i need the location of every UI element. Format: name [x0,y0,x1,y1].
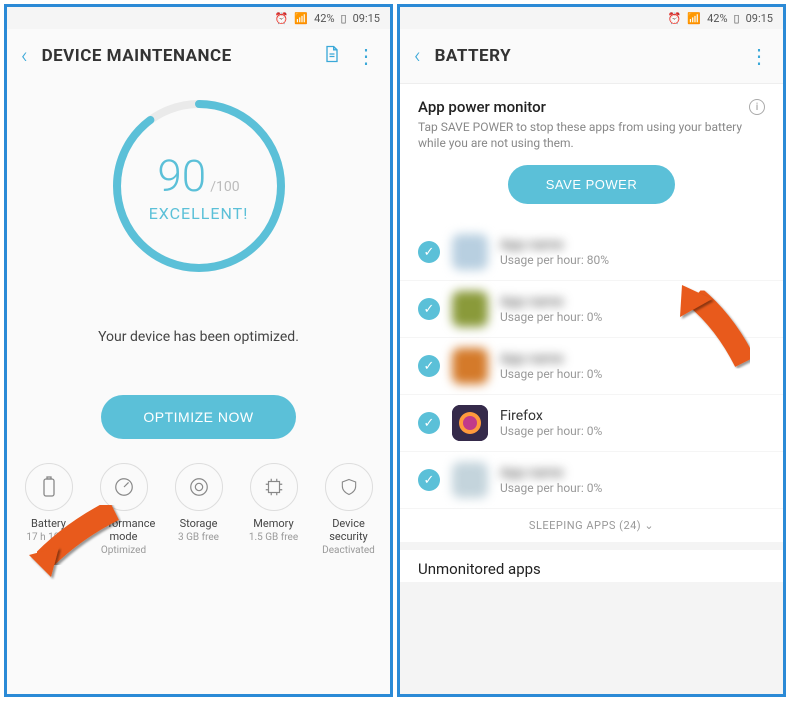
shield-icon [325,463,373,511]
right-phone: ⏰ 📶 42% ▯ 09:15 ‹ BATTERY ⋮ App power mo… [397,4,786,697]
optimized-message: Your device has been optimized. [7,329,390,345]
battery-icon: ▯ [734,12,740,25]
app-icon [452,462,488,498]
app-icon [452,405,488,441]
section-title: App power monitor [418,98,546,116]
app-name: App name [500,294,765,310]
clock: 09:15 [353,12,380,25]
app-usage: Usage per hour: 0% [500,424,765,438]
back-icon[interactable]: ‹ [21,44,28,69]
score-ring: 90 /100 EXCELLENT! [104,91,294,281]
app-row[interactable]: ✓ App nameUsage per hour: 0% [400,452,783,509]
check-icon[interactable]: ✓ [418,412,440,434]
app-row[interactable]: ✓ FirefoxUsage per hour: 0% [400,395,783,452]
tile-sub: 1.5 GB free [249,532,298,543]
tile-label: Performance mode [89,517,159,543]
gauge-icon [100,463,148,511]
section-desc: Tap SAVE POWER to stop these apps from u… [418,120,765,151]
signal-icon: 📶 [687,12,701,25]
status-bar: ⏰ 📶 42% ▯ 09:15 [7,7,390,29]
app-name: App name [500,237,765,253]
app-list: ✓App nameUsage per hour: 80%✓App nameUsa… [400,224,783,509]
save-power-button[interactable]: SAVE POWER [508,165,675,204]
signal-icon: 📶 [294,12,308,25]
clock: 09:15 [746,12,773,25]
chevron-down-icon: ⌄ [644,519,654,532]
app-usage: Usage per hour: 80% [500,253,765,267]
optimize-now-button[interactable]: OPTIMIZE NOW [101,395,295,439]
more-icon[interactable]: ⋮ [749,44,769,68]
app-name: Firefox [500,408,765,424]
storage-icon [175,463,223,511]
tile-sub: Deactivated [322,545,375,556]
tile-label: Device security [314,517,384,543]
tile-label: Memory [253,517,293,530]
battery-icon: ▯ [341,12,347,25]
tile-battery[interactable]: Battery 17 h 10 m [14,463,84,556]
tile-memory[interactable]: Memory 1.5 GB free [239,463,309,556]
app-usage: Usage per hour: 0% [500,310,765,324]
check-icon[interactable]: ✓ [418,355,440,377]
info-icon[interactable]: i [749,99,765,115]
battery-icon [25,463,73,511]
battery-percent: 42% [314,12,334,25]
tile-sub: Optimized [101,545,146,556]
battery-percent: 42% [707,12,727,25]
tile-sub: 3 GB free [178,532,219,543]
tile-sub: 17 h 10 m [26,532,70,543]
tile-performance[interactable]: Performance mode Optimized [89,463,159,556]
check-icon[interactable]: ✓ [418,298,440,320]
title-bar: ‹ BATTERY ⋮ [400,29,783,83]
check-icon[interactable]: ✓ [418,469,440,491]
app-icon [452,234,488,270]
app-icon [452,348,488,384]
battery-content: App power monitor i Tap SAVE POWER to st… [400,83,783,694]
memory-icon [250,463,298,511]
status-bar: ⏰ 📶 42% ▯ 09:15 [400,7,783,29]
app-icon [452,291,488,327]
app-row[interactable]: ✓ App nameUsage per hour: 0% [400,338,783,395]
app-row[interactable]: ✓ App nameUsage per hour: 80% [400,224,783,281]
more-icon[interactable]: ⋮ [356,44,376,68]
sleeping-apps-row[interactable]: SLEEPING APPS (24) ⌄ [400,509,783,542]
tiles-row: Battery 17 h 10 m Performance mode Optim… [7,457,390,568]
left-phone: ⏰ 📶 42% ▯ 09:15 ‹ DEVICE MAINTENANCE ⋮ 9… [4,4,393,697]
tile-label: Storage [180,517,218,530]
alarm-icon: ⏰ [275,12,289,25]
app-power-monitor-section: App power monitor i Tap SAVE POWER to st… [400,83,783,224]
title-bar: ‹ DEVICE MAINTENANCE ⋮ [7,29,390,83]
app-usage: Usage per hour: 0% [500,481,765,495]
app-row[interactable]: ✓ App nameUsage per hour: 0% [400,281,783,338]
maintenance-content: 90 /100 EXCELLENT! Your device has been … [7,83,390,694]
page-title: DEVICE MAINTENANCE [42,46,308,66]
tile-label: Battery [31,517,66,530]
app-usage: Usage per hour: 0% [500,367,765,381]
check-icon[interactable]: ✓ [418,241,440,263]
document-icon[interactable] [322,44,342,68]
page-title: BATTERY [435,46,735,66]
tile-storage[interactable]: Storage 3 GB free [164,463,234,556]
unmonitored-apps-title: Unmonitored apps [400,542,783,582]
tile-security[interactable]: Device security Deactivated [314,463,384,556]
app-name: App name [500,465,765,481]
back-icon[interactable]: ‹ [414,44,421,69]
alarm-icon: ⏰ [668,12,682,25]
app-name: App name [500,351,765,367]
